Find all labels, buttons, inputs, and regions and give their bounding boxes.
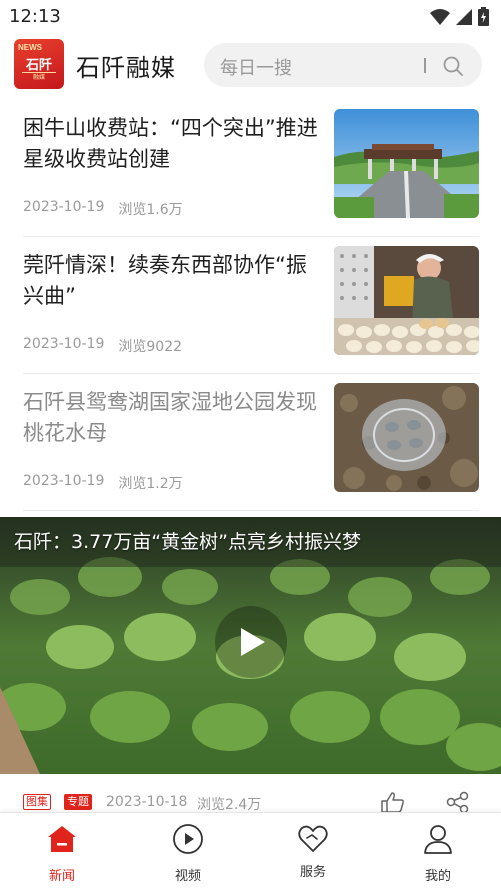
news-title[interactable]: 困牛山收费站：“四个突出”推进星级收费站创建 xyxy=(23,113,321,175)
video-meta: 图集 专题 2023-10-18 浏览2.4万 xyxy=(0,786,501,814)
logo-main-text: 石阡 xyxy=(25,58,52,73)
video-date: 2023-10-18 xyxy=(106,794,188,810)
signal-icon xyxy=(456,8,472,25)
news-item[interactable]: 石阡县鸳鸯湖国家湿地公园发现桃花水母 2023-10-19 浏览1.2万 xyxy=(0,383,501,520)
wifi-icon xyxy=(430,8,450,25)
news-meta: 2023-10-19 浏览1.6万 xyxy=(23,199,183,219)
logo-news-text: NEWS xyxy=(18,43,42,52)
tab-mine-label: 我的 xyxy=(424,869,451,884)
divider xyxy=(23,510,479,511)
app-logo: NEWS 石阡 融媒 xyxy=(14,39,64,89)
app-title: 石阡融媒 xyxy=(76,54,176,82)
news-date: 2023-10-19 xyxy=(23,473,105,489)
status-bar: 12:13 xyxy=(0,0,501,34)
tab-service-label: 服务 xyxy=(299,865,326,880)
logo-sub-text: 融媒 xyxy=(22,72,56,81)
tab-mine[interactable]: 我的 xyxy=(398,813,478,892)
search-icon[interactable] xyxy=(442,55,464,77)
heart-icon xyxy=(298,825,328,852)
status-time: 12:13 xyxy=(9,6,61,27)
divider xyxy=(23,236,479,237)
bottom-tab-bar: 新闻 视频 服务 我的 xyxy=(0,812,501,892)
search-input[interactable]: 每日一搜 xyxy=(204,43,482,87)
news-title[interactable]: 莞阡情深！续奏东西部协作“振兴曲” xyxy=(23,250,321,312)
battery-icon xyxy=(478,7,489,26)
tab-news[interactable]: 新闻 xyxy=(22,813,102,892)
news-thumbnail-eggs[interactable] xyxy=(334,246,479,355)
news-meta: 2023-10-19 浏览1.2万 xyxy=(23,473,183,493)
video-views: 浏览2.4万 xyxy=(197,797,262,813)
news-title[interactable]: 石阡县鸳鸯湖国家湿地公园发现桃花水母 xyxy=(23,387,321,449)
news-date: 2023-10-19 xyxy=(23,199,105,215)
home-icon xyxy=(48,826,76,852)
app-header: NEWS 石阡 融媒 石阡融媒 每日一搜 xyxy=(0,34,501,96)
play-button[interactable] xyxy=(215,606,287,678)
tab-service[interactable]: 服务 xyxy=(273,813,353,892)
news-views: 浏览1.2万 xyxy=(118,476,183,492)
search-divider xyxy=(424,58,426,73)
thumbs-up-icon[interactable] xyxy=(380,791,406,813)
news-meta: 2023-10-19 浏览9022 xyxy=(23,336,182,356)
play-icon xyxy=(241,628,265,656)
video-card[interactable]: 石阡：3.77万亩“黄金树”点亮乡村振兴梦 xyxy=(0,517,501,774)
news-views: 浏览9022 xyxy=(118,339,183,355)
news-date: 2023-10-19 xyxy=(23,336,105,352)
news-views: 浏览1.6万 xyxy=(118,202,183,218)
news-item[interactable]: 莞阡情深！续奏东西部协作“振兴曲” 2023-10-19 浏览9022 xyxy=(0,246,501,383)
news-thumbnail-jellyfish[interactable] xyxy=(334,383,479,492)
share-icon[interactable] xyxy=(446,791,470,813)
news-item[interactable]: 困牛山收费站：“四个突出”推进星级收费站创建 2023-10-19 浏览1.6万 xyxy=(0,109,501,246)
search-placeholder: 每日一搜 xyxy=(220,58,292,79)
tag-gallery: 图集 xyxy=(23,794,51,810)
play-circle-icon xyxy=(173,824,203,854)
status-icons xyxy=(430,7,489,26)
tab-video-label: 视频 xyxy=(174,869,201,884)
tag-topic: 专题 xyxy=(64,794,92,810)
news-thumbnail-toll-station[interactable] xyxy=(334,109,479,218)
tab-video[interactable]: 视频 xyxy=(148,813,228,892)
person-icon xyxy=(424,825,452,854)
tab-news-label: 新闻 xyxy=(48,869,75,884)
divider xyxy=(23,373,479,374)
video-title[interactable]: 石阡：3.77万亩“黄金树”点亮乡村振兴梦 xyxy=(14,527,361,554)
